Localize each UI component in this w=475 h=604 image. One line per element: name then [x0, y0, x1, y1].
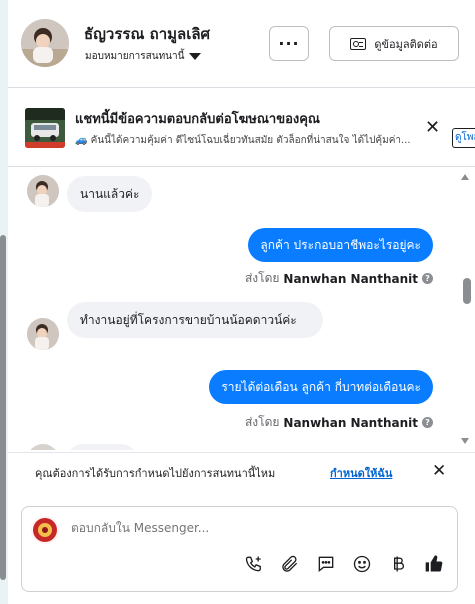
incoming-message[interactable]: ทำงานอยู่ที่โครงการขายบ้านน้อคดาวน์ค่ะ — [67, 302, 323, 338]
contact-avatar-small — [27, 444, 59, 450]
view-contact-info-label: ดูข้อมูลติดต่อ — [374, 37, 438, 51]
sent-by-name: Nanwhan Nanthanit — [283, 415, 418, 430]
caret-down-icon — [189, 53, 202, 60]
assign-to-me-link[interactable]: กำหนดให้ฉัน — [330, 464, 392, 482]
assign-prompt: คุณต้องการได้รับการกำหนดไปยังการสนทนานี้… — [8, 452, 475, 492]
message-thread[interactable]: นานแล้วค่ะ ลูกค้า ประกอบอาชีพอะไรอยู่คะ … — [8, 168, 475, 450]
reply-input[interactable] — [71, 521, 431, 535]
info-icon[interactable]: ? — [422, 417, 433, 428]
contact-avatar[interactable] — [21, 19, 69, 67]
ad-reply-banner: แชทนี้มีข้อความตอบกลับต่อโฆษณาของคุณ 🚙 ค… — [8, 89, 475, 167]
emoji-icon[interactable] — [351, 553, 373, 575]
info-icon[interactable]: ? — [422, 273, 433, 284]
assign-conversation-dropdown[interactable]: มอบหมายการสนทนานี้ — [85, 49, 202, 64]
conversation-header: ธัญวรรณ ถามูลเลิศ มอบหมายการสนทนานี้ ···… — [8, 0, 475, 88]
sent-by-line: ส่งโดย Nanwhan Nanthanit ? — [245, 269, 433, 288]
contact-avatar-small — [27, 318, 59, 350]
id-card-icon — [350, 37, 367, 50]
close-icon[interactable]: ✕ — [432, 461, 446, 481]
contact-avatar-small — [27, 175, 59, 207]
attachment-icon[interactable] — [279, 553, 301, 575]
ad-banner-title: แชทนี้มีข้อความตอบกลับต่อโฆษณาของคุณ — [75, 112, 320, 127]
ad-banner-subtitle: 🚙 คันนี้ได้ความคุ้มค่า ดีไซน์โฉบเฉี่ยวทั… — [75, 135, 411, 146]
conversation-panel: ธัญวรรณ ถามูลเลิศ มอบหมายการสนทนานี้ ···… — [8, 0, 475, 604]
scroll-up-arrow-icon[interactable] — [461, 174, 469, 180]
view-contact-info-button[interactable]: ดูข้อมูลติดต่อ — [329, 26, 459, 61]
thread-scrollbar-thumb[interactable] — [463, 278, 471, 304]
incoming-message-partial — [67, 444, 137, 450]
ad-thumbnail[interactable] — [25, 108, 65, 148]
baht-icon[interactable] — [387, 553, 409, 575]
view-post-button[interactable]: ดูโพสต์ — [452, 128, 475, 148]
scroll-down-arrow-icon[interactable] — [461, 438, 469, 444]
reply-composer — [21, 506, 458, 592]
outgoing-message[interactable]: ลูกค้า ประกอบอาชีพอะไรอยู่คะ — [248, 228, 433, 262]
chat-bubble-icon[interactable] — [315, 553, 337, 575]
incoming-message[interactable]: นานแล้วค่ะ — [67, 176, 153, 212]
page-avatar — [31, 516, 59, 544]
sent-by-prefix: ส่งโดย — [244, 271, 280, 285]
sent-by-name: Nanwhan Nanthanit — [283, 271, 418, 286]
assign-prompt-text: คุณต้องการได้รับการกำหนดไปยังการสนทนานี้… — [35, 467, 276, 480]
close-icon[interactable]: ✕ — [425, 119, 440, 137]
phone-plus-icon[interactable] — [243, 553, 265, 575]
sent-by-line: ส่งโดย Nanwhan Nanthanit ? — [245, 413, 433, 432]
composer-toolbar — [243, 553, 445, 575]
page-scrollbar[interactable] — [0, 235, 6, 580]
more-options-button[interactable]: ··· — [269, 26, 309, 61]
sent-by-prefix: ส่งโดย — [244, 415, 280, 429]
assign-label: มอบหมายการสนทนานี้ — [85, 51, 185, 62]
thumbs-up-icon[interactable] — [423, 553, 445, 575]
contact-name[interactable]: ธัญวรรณ ถามูลเลิศ — [84, 22, 210, 46]
outgoing-message[interactable]: รายได้ต่อเดือน ลูกค้า กี่บาทต่อเดือนคะ — [209, 370, 433, 404]
